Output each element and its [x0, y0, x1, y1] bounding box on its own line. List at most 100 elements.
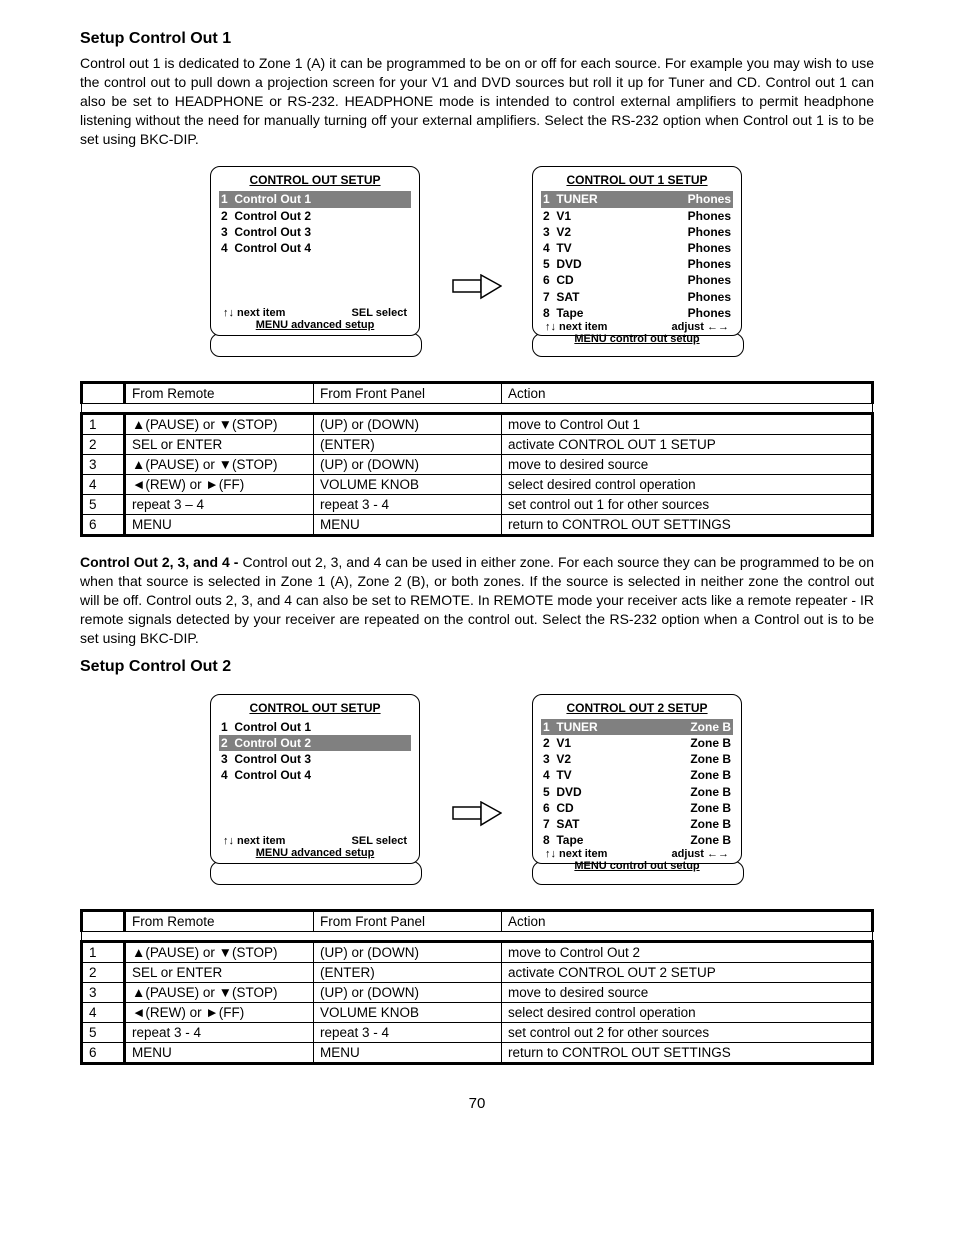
cell-action: select desired control operation: [502, 1002, 873, 1022]
instruction-table-1: From Remote From Front Panel Action 1▲(P…: [80, 381, 874, 537]
col-action: Action: [502, 910, 873, 931]
cell-remote: SEL or ENTER: [125, 962, 314, 982]
cell-remote: SEL or ENTER: [125, 435, 314, 455]
row-num: 5: [82, 495, 125, 515]
screen-footer: ↑↓ next item SEL select MENU advanced se…: [219, 835, 411, 859]
cell-front-panel: VOLUME KNOB: [314, 475, 502, 495]
cell-remote: ▲(PAUSE) or ▼(STOP): [125, 941, 314, 962]
cell-remote: ◄(REW) or ►(FF): [125, 1002, 314, 1022]
cell-action: move to Control Out 2: [502, 941, 873, 962]
screen-title: CONTROL OUT 2 SETUP: [541, 701, 733, 715]
col-action: Action: [502, 383, 873, 404]
table-row: 6MENUMENUreturn to CONTROL OUT SETTINGS: [82, 1042, 873, 1063]
menu-item: 4 TVZone B: [541, 767, 733, 783]
menu-item: 4 TVPhones: [541, 240, 733, 256]
menu-item: 8 TapePhones: [541, 305, 733, 321]
cell-action: move to desired source: [502, 455, 873, 475]
table-row: 2SEL or ENTER(ENTER)activate CONTROL OUT…: [82, 435, 873, 455]
screen-title: CONTROL OUT SETUP: [219, 701, 411, 715]
row-num: 1: [82, 941, 125, 962]
screen-control-out-setup-2: CONTROL OUT SETUP 1 Control Out 12 Contr…: [210, 694, 420, 864]
col-remote: From Remote: [125, 910, 314, 931]
menu-item: 2 V1Phones: [541, 208, 733, 224]
menu-item: 4 Control Out 4: [219, 767, 411, 783]
heading-setup-2: Setup Control Out 2: [80, 658, 874, 676]
cell-remote: ▲(PAUSE) or ▼(STOP): [125, 414, 314, 435]
menu-item: 3 Control Out 3: [219, 224, 411, 240]
table-row: 1▲(PAUSE) or ▼(STOP)(UP) or (DOWN)move t…: [82, 941, 873, 962]
cell-action: activate CONTROL OUT 1 SETUP: [502, 435, 873, 455]
cell-front-panel: (ENTER): [314, 962, 502, 982]
cell-remote: ◄(REW) or ►(FF): [125, 475, 314, 495]
cell-action: set control out 2 for other sources: [502, 1022, 873, 1042]
cell-remote: MENU: [125, 515, 314, 536]
screen-stack-a: CONTROL OUT SETUP 1 Control Out 12 Contr…: [210, 694, 422, 885]
menu-item: 5 DVDZone B: [541, 784, 733, 800]
row-num: 6: [82, 1042, 125, 1063]
screen-base: [210, 861, 422, 885]
table-header-row: From Remote From Front Panel Action: [82, 910, 873, 931]
col-remote: From Remote: [125, 383, 314, 404]
menu-item: 6 CDZone B: [541, 800, 733, 816]
col-front-panel: From Front Panel: [314, 383, 502, 404]
menu-item: 7 SATPhones: [541, 289, 733, 305]
menu-item: 1 TUNERZone B: [541, 719, 733, 735]
cell-front-panel: MENU: [314, 515, 502, 536]
row-num: 4: [82, 1002, 125, 1022]
screen-footer: ↑↓ next item adjust ←→ MENU control out …: [541, 848, 733, 872]
table-row: 5repeat 3 - 4repeat 3 - 4set control out…: [82, 1022, 873, 1042]
cell-remote: MENU: [125, 1042, 314, 1063]
cell-action: return to CONTROL OUT SETTINGS: [502, 515, 873, 536]
cell-front-panel: (UP) or (DOWN): [314, 414, 502, 435]
footer-nav-icon: ↑↓ next item: [545, 848, 607, 860]
menu-item: 3 V2Phones: [541, 224, 733, 240]
cell-action: return to CONTROL OUT SETTINGS: [502, 1042, 873, 1063]
screen-control-out-setup-1: CONTROL OUT SETUP 1 Control Out 12 Contr…: [210, 166, 420, 336]
screen-base: [210, 333, 422, 357]
menu-item: 4 Control Out 4: [219, 240, 411, 256]
row-num: 4: [82, 475, 125, 495]
para-setup-1: Control out 1 is dedicated to Zone 1 (A)…: [80, 54, 874, 148]
instruction-table-2: From Remote From Front Panel Action 1▲(P…: [80, 909, 874, 1065]
menu-item: 1 TUNERPhones: [541, 191, 733, 207]
screen-title: CONTROL OUT SETUP: [219, 173, 411, 187]
menu-item: 3 Control Out 3: [219, 751, 411, 767]
row-num: 3: [82, 982, 125, 1002]
menu-item: 7 SATZone B: [541, 816, 733, 832]
table-row: 1▲(PAUSE) or ▼(STOP)(UP) or (DOWN)move t…: [82, 414, 873, 435]
para-bold-lead: Control Out 2, 3, and 4 -: [80, 554, 242, 570]
table-row: 5repeat 3 – 4repeat 3 - 4set control out…: [82, 495, 873, 515]
footer-adjust: adjust ←→: [672, 321, 729, 333]
screen-stack-b: CONTROL OUT 1 SETUP 1 TUNERPhones2 V1Pho…: [532, 166, 744, 357]
menu-item: 2 V1Zone B: [541, 735, 733, 751]
menu-item: 5 DVDPhones: [541, 256, 733, 272]
screen-control-out-2-setup: CONTROL OUT 2 SETUP 1 TUNERZone B2 V1Zon…: [532, 694, 742, 864]
cell-front-panel: MENU: [314, 1042, 502, 1063]
cell-remote: repeat 3 – 4: [125, 495, 314, 515]
footer-sel: SEL select: [352, 835, 407, 847]
cell-front-panel: repeat 3 - 4: [314, 495, 502, 515]
cell-front-panel: repeat 3 - 4: [314, 1022, 502, 1042]
heading-setup-1: Setup Control Out 1: [80, 30, 874, 48]
screen-stack-a: CONTROL OUT SETUP 1 Control Out 12 Contr…: [210, 166, 422, 357]
arrow-right-icon: [452, 801, 502, 827]
footer-sel: SEL select: [352, 307, 407, 319]
screens-row-2: CONTROL OUT SETUP 1 Control Out 12 Contr…: [80, 694, 874, 885]
cell-action: move to desired source: [502, 982, 873, 1002]
cell-front-panel: (UP) or (DOWN): [314, 455, 502, 475]
row-num: 5: [82, 1022, 125, 1042]
row-num: 2: [82, 962, 125, 982]
footer-adjust: adjust ←→: [672, 848, 729, 860]
arrow-right-icon: [452, 274, 502, 300]
footer-nav-icon: ↑↓ next item: [223, 307, 285, 319]
menu-item: 8 TapeZone B: [541, 832, 733, 848]
cell-remote: repeat 3 - 4: [125, 1022, 314, 1042]
cell-remote: ▲(PAUSE) or ▼(STOP): [125, 982, 314, 1002]
cell-action: activate CONTROL OUT 2 SETUP: [502, 962, 873, 982]
footer-menu: MENU advanced setup: [219, 847, 411, 859]
footer-nav-icon: ↑↓ next item: [223, 835, 285, 847]
cell-front-panel: (ENTER): [314, 435, 502, 455]
cell-front-panel: (UP) or (DOWN): [314, 982, 502, 1002]
footer-nav-icon: ↑↓ next item: [545, 321, 607, 333]
screen-footer: ↑↓ next item SEL select MENU advanced se…: [219, 307, 411, 331]
